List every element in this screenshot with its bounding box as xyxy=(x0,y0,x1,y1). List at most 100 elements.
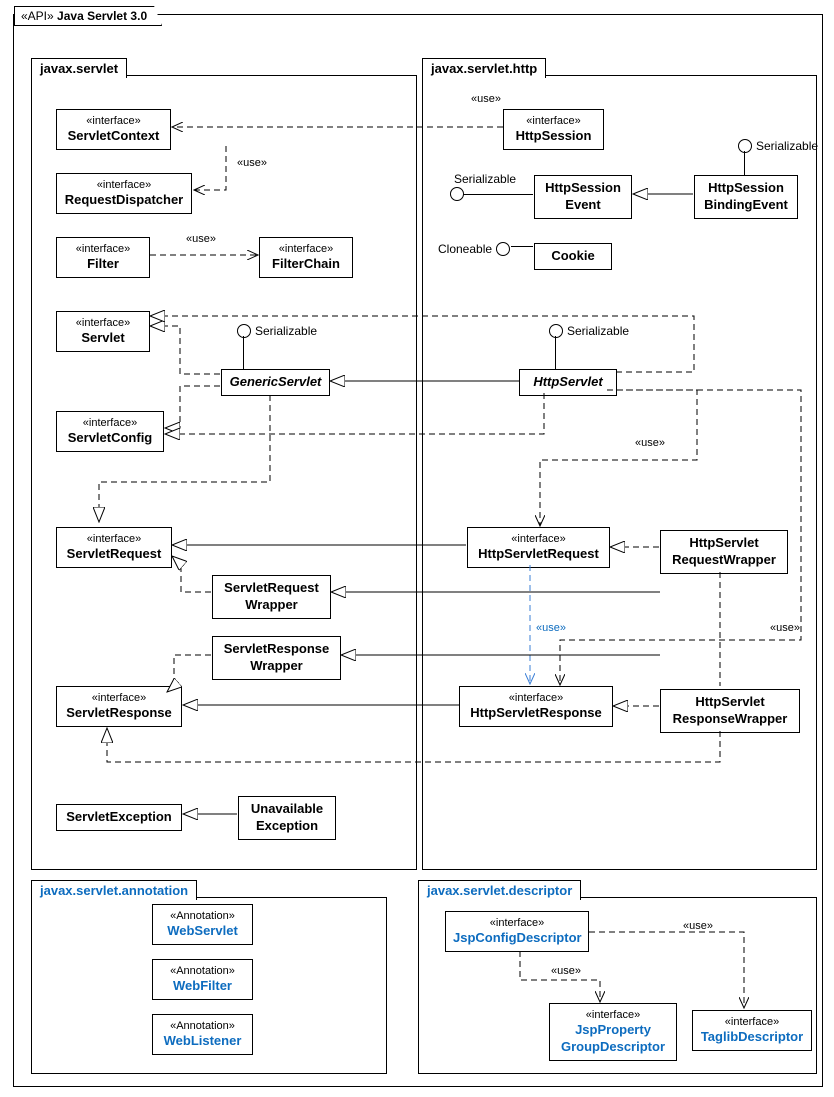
lbl-use-blue: «use» xyxy=(536,622,566,634)
stereo: «interface» xyxy=(64,691,174,705)
stereo: «interface» xyxy=(700,1015,804,1029)
cls-HttpServletRequestWrapper: HttpServlet RequestWrapper xyxy=(660,530,788,574)
cls-ServletResponse: «interface» ServletResponse xyxy=(56,686,182,727)
class-name: ServletConfig xyxy=(64,430,156,447)
cls-WebServlet: «Annotation» WebServlet xyxy=(152,904,253,945)
cls-ServletContext: «interface» ServletContext xyxy=(56,109,171,150)
lolli-serializable-generic: Serializable xyxy=(237,322,317,338)
class-name: GenericServlet xyxy=(229,374,322,391)
lbl-use1: «use» xyxy=(471,93,501,105)
class-name: HttpServletRequest xyxy=(475,546,602,563)
circle-icon xyxy=(496,242,510,256)
pkg-annotation-tab: javax.servlet.annotation xyxy=(31,880,197,900)
class-name: ServletException xyxy=(64,809,174,826)
cls-HttpServletRequest: «interface» HttpServletRequest xyxy=(467,527,610,568)
cls-ServletException: ServletException xyxy=(56,804,182,831)
cls-ServletResponseWrapper: ServletResponse Wrapper xyxy=(212,636,341,680)
lolli-serializable-hse: Serializable xyxy=(450,170,516,201)
stereo: «interface» xyxy=(267,242,345,256)
cls-GenericServlet: GenericServlet xyxy=(221,369,330,396)
cls-TaglibDescriptor: «interface» TaglibDescriptor xyxy=(692,1010,812,1051)
class-name: ServletResponse Wrapper xyxy=(220,641,333,675)
cls-HttpSession: «interface» HttpSession xyxy=(503,109,604,150)
class-name: HttpServletResponse xyxy=(467,705,605,722)
class-name: ServletRequest Wrapper xyxy=(220,580,323,614)
api-name: Java Servlet 3.0 xyxy=(57,9,147,23)
lolli-label: Serializable xyxy=(255,324,317,338)
stereo: «interface» xyxy=(475,532,602,546)
cls-ServletConfig: «interface» ServletConfig xyxy=(56,411,164,452)
lbl-use3: «use» xyxy=(186,233,216,245)
cls-ServletRequest: «interface» ServletRequest xyxy=(56,527,172,568)
lolli-serializable-hsbe: Serializable xyxy=(738,137,818,153)
lolli-label: Serializable xyxy=(567,324,629,338)
cls-HttpServletResponse: «interface» HttpServletResponse xyxy=(459,686,613,727)
lbl-use4: «use» xyxy=(635,437,665,449)
lbl-use2: «use» xyxy=(237,157,267,169)
class-name: HttpSession Event xyxy=(542,180,624,214)
pkg-http-tab: javax.servlet.http xyxy=(422,58,546,78)
class-name: Filter xyxy=(64,256,142,273)
stereo: «Annotation» xyxy=(160,964,245,978)
class-name: JspProperty GroupDescriptor xyxy=(557,1022,669,1056)
api-stereo: «API» xyxy=(21,9,54,23)
circle-icon xyxy=(549,324,563,338)
diagram-canvas: uml-diagrams.org «API» Java Servlet 3.0 … xyxy=(0,0,834,1097)
lolli-label: Serializable xyxy=(454,172,516,186)
cls-HttpSessionEvent: HttpSession Event xyxy=(534,175,632,219)
class-name: HttpServlet ResponseWrapper xyxy=(668,694,792,728)
class-name: JspConfigDescriptor xyxy=(453,930,581,947)
stereo: «interface» xyxy=(64,416,156,430)
lolli-label: Serializable xyxy=(756,139,818,153)
class-name: FilterChain xyxy=(267,256,345,273)
circle-icon xyxy=(738,139,752,153)
cls-HttpServletResponseWrapper: HttpServlet ResponseWrapper xyxy=(660,689,800,733)
lolli-label: Cloneable xyxy=(438,242,492,256)
pkg-servlet-tab: javax.servlet xyxy=(31,58,127,78)
class-name: RequestDispatcher xyxy=(64,192,184,209)
stereo: «interface» xyxy=(64,114,163,128)
class-name: HttpSession BindingEvent xyxy=(702,180,790,214)
stereo: «interface» xyxy=(64,532,164,546)
cls-UnavailableException: Unavailable Exception xyxy=(238,796,336,840)
class-name: Unavailable Exception xyxy=(246,801,328,835)
class-name: Servlet xyxy=(64,330,142,347)
cls-Servlet: «interface» Servlet xyxy=(56,311,150,352)
pkg-descriptor-tab: javax.servlet.descriptor xyxy=(418,880,581,900)
cls-WebListener: «Annotation» WebListener xyxy=(152,1014,253,1055)
class-name: HttpServlet xyxy=(527,374,609,391)
class-name: WebListener xyxy=(160,1033,245,1050)
class-name: HttpServlet RequestWrapper xyxy=(668,535,780,569)
cls-WebFilter: «Annotation» WebFilter xyxy=(152,959,253,1000)
stereo: «Annotation» xyxy=(160,1019,245,1033)
lolli-serializable-httpservlet: Serializable xyxy=(549,322,629,338)
stereo: «interface» xyxy=(64,316,142,330)
stereo: «interface» xyxy=(511,114,596,128)
lbl-use5: «use» xyxy=(770,622,800,634)
cls-Cookie: Cookie xyxy=(534,243,612,270)
cls-RequestDispatcher: «interface» RequestDispatcher xyxy=(56,173,192,214)
cls-HttpServlet: HttpServlet xyxy=(519,369,617,396)
stereo: «interface» xyxy=(453,916,581,930)
class-name: TaglibDescriptor xyxy=(700,1029,804,1046)
stereo: «interface» xyxy=(64,178,184,192)
api-frame-label: «API» Java Servlet 3.0 xyxy=(14,6,162,26)
cls-JspPropertyGroupDescriptor: «interface» JspProperty GroupDescriptor xyxy=(549,1003,677,1061)
lbl-use7: «use» xyxy=(551,965,581,977)
class-name: ServletContext xyxy=(64,128,163,145)
class-name: WebFilter xyxy=(160,978,245,995)
class-name: HttpSession xyxy=(511,128,596,145)
circle-icon xyxy=(237,324,251,338)
lbl-use6: «use» xyxy=(683,920,713,932)
cls-ServletRequestWrapper: ServletRequest Wrapper xyxy=(212,575,331,619)
class-name: Cookie xyxy=(542,248,604,265)
class-name: WebServlet xyxy=(160,923,245,940)
class-name: ServletResponse xyxy=(64,705,174,722)
stereo: «interface» xyxy=(557,1008,669,1022)
cls-HttpSessionBindingEvent: HttpSession BindingEvent xyxy=(694,175,798,219)
cls-FilterChain: «interface» FilterChain xyxy=(259,237,353,278)
class-name: ServletRequest xyxy=(64,546,164,563)
lolli-cloneable-cookie: Cloneable xyxy=(438,240,510,256)
stereo: «interface» xyxy=(467,691,605,705)
stereo: «interface» xyxy=(64,242,142,256)
